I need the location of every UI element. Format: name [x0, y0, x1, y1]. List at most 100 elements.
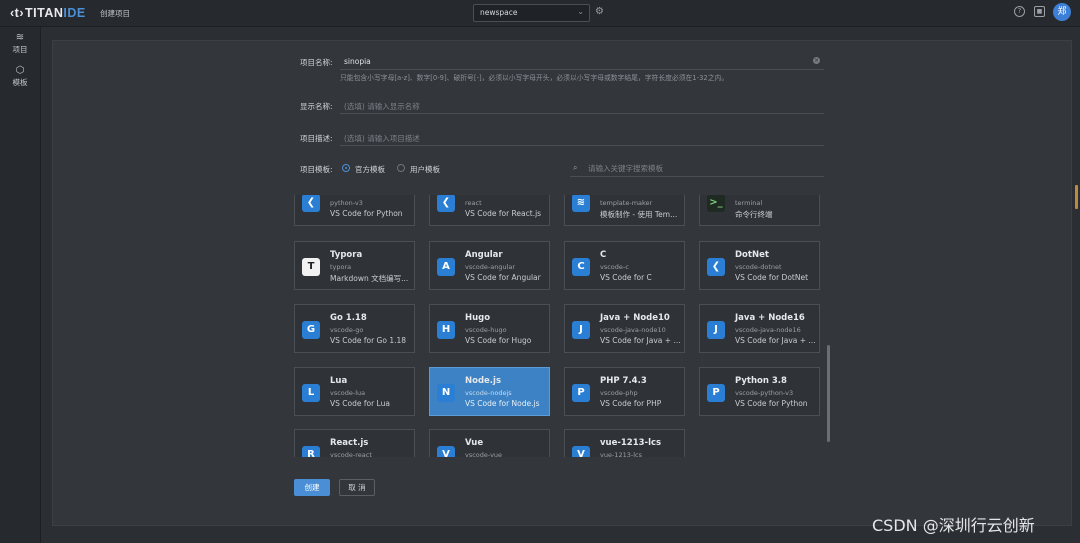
display-name-label: 显示名称:: [300, 102, 333, 111]
template-grid: ❮ python-v3 VS Code for Python ❮ react VS Cod…: [292, 195, 832, 457]
grid-scrollbar[interactable]: [827, 345, 830, 442]
official-template-label[interactable]: 官方模板: [355, 164, 385, 175]
display-name-placeholder: (选填) 请输入显示名称: [344, 102, 420, 111]
template-icon: L: [302, 384, 320, 402]
template-icon: V: [437, 446, 455, 457]
clear-icon[interactable]: ×: [813, 57, 820, 64]
template-id: template-maker: [600, 199, 653, 207]
template-id: vscode-php: [600, 389, 638, 397]
template-icon: G: [302, 321, 320, 339]
watermark: CSDN @深圳行云创新: [872, 516, 1035, 535]
template-id: vue-1213-lcs: [600, 451, 642, 457]
template-title: Java + Node16: [735, 313, 805, 323]
template-icon: ❮: [437, 195, 455, 212]
template-title: Node.js: [465, 376, 502, 386]
template-card[interactable]: P PHP 7.4.3 vscode-php VS Code for PHP: [564, 367, 685, 416]
user-template-label[interactable]: 用户模板: [410, 164, 440, 175]
template-card[interactable]: N Node.js vscode-nodejs VS Code for Node.js: [429, 367, 550, 416]
template-card[interactable]: ❮ python-v3 VS Code for Python: [294, 195, 415, 226]
template-card[interactable]: Vvue-1213-lcs vue-1213-lcs: [564, 429, 685, 457]
project-name-value: sinopia: [344, 57, 371, 66]
template-card[interactable]: J Java + Node16 vscode-java-node16 VS Code …: [699, 304, 820, 353]
template-description: 模板制作 - 使用 Tem...: [600, 210, 678, 219]
project-name-input[interactable]: sinopia ×: [340, 55, 824, 70]
template-icon: >_: [707, 195, 725, 212]
description-label: 项目描述:: [300, 134, 333, 143]
template-id: vscode-java-node10: [600, 326, 666, 334]
sidebar-item-label: 模板: [12, 78, 28, 87]
template-card[interactable]: R React.js vscode-react: [294, 429, 415, 457]
template-icon: P: [707, 384, 725, 402]
page-title: 创建项目: [100, 9, 130, 18]
template-card[interactable]: J Java + Node10 vscode-java-node10 VS Code …: [564, 304, 685, 353]
template-card[interactable]: C Cvscode-c VS Code for C: [564, 241, 685, 290]
template-title: Vue: [465, 438, 484, 448]
template-id: vscode-nodejs: [465, 389, 512, 397]
template-id: vscode-python-v3: [735, 389, 794, 397]
template-card[interactable]: ≋ template-maker 模板制作 - 使用 Tem...: [564, 195, 685, 226]
description-input[interactable]: (选填) 请输入项目描述: [340, 131, 824, 146]
template-id: python-v3: [330, 199, 363, 207]
workspace-select[interactable]: newspace ⌄: [473, 4, 590, 22]
description-placeholder: (选填) 请输入项目描述: [344, 134, 420, 143]
template-description: VS Code for React.js: [465, 209, 542, 218]
user-template-radio[interactable]: [397, 164, 405, 172]
search-icon: ⌕: [573, 163, 578, 172]
template-id: vscode-vue: [465, 451, 503, 457]
template-title: Python 3.8: [735, 376, 787, 386]
create-button[interactable]: 创建: [294, 479, 330, 496]
template-id: terminal: [735, 199, 763, 207]
template-title: vue-1213-lcs: [600, 438, 662, 448]
workspace-value: newspace: [480, 8, 518, 17]
template-description: VS Code for Java + ...: [600, 336, 681, 345]
logo-text: TITANIDE: [25, 6, 86, 20]
official-template-radio[interactable]: [342, 164, 350, 172]
template-icon: H: [437, 321, 455, 339]
template-search-input[interactable]: ⌕ 请输入关键字搜索模板: [570, 160, 824, 177]
notification-icon[interactable]: ■: [1034, 6, 1045, 17]
template-card[interactable]: H Hugo vscode-hugo VS Code for Hugo: [429, 304, 550, 353]
template-title: Lua: [330, 376, 348, 386]
template-card[interactable]: V Vue vscode-vue: [429, 429, 550, 457]
template-title: Java + Node10: [600, 313, 670, 323]
template-description: VS Code for PHP: [600, 399, 662, 408]
avatar[interactable]: 郑: [1053, 3, 1071, 21]
template-title: Go 1.18: [330, 313, 367, 323]
template-description: VS Code for Java + ...: [735, 336, 816, 345]
template-icon: ≋: [572, 195, 590, 212]
sidebar: ≋ 项目 ⬡ 模板: [0, 27, 41, 543]
display-name-input[interactable]: (选填) 请输入显示名称: [340, 99, 824, 114]
layers-icon: ≋: [15, 32, 25, 43]
cancel-button[interactable]: 取 消: [339, 479, 375, 496]
sidebar-item-label: 项目: [12, 45, 28, 54]
template-description: VS Code for C: [600, 273, 652, 282]
template-description: VS Code for Python: [330, 209, 403, 218]
sidebar-item-projects[interactable]: ≋ 项目: [0, 32, 40, 55]
template-card[interactable]: ❮ react VS Code for React.js: [429, 195, 550, 226]
template-id: vscode-hugo: [465, 326, 507, 334]
page-scrollbar[interactable]: [1075, 185, 1078, 209]
help-icon[interactable]: ?: [1014, 6, 1025, 17]
template-card[interactable]: P Python 3.8 vscode-python-v3 VS Code for P…: [699, 367, 820, 416]
template-description: VS Code for DotNet: [735, 273, 809, 282]
app-logo[interactable]: ‹t›TITANIDE: [10, 6, 86, 20]
template-title: DotNet: [735, 250, 769, 260]
template-description: VS Code for Lua: [330, 399, 390, 408]
template-card[interactable]: G Go 1.18 vscode-go VS Code for Go 1.18: [294, 304, 415, 353]
template-id: vscode-go: [330, 326, 364, 334]
template-id: vscode-dotnet: [735, 263, 782, 271]
top-bar: ‹t›TITANIDE 创建项目 newspace ⌄ ⚙ ? ■ 郑: [0, 0, 1080, 27]
template-title: React.js: [330, 438, 369, 448]
template-icon: T: [302, 258, 320, 276]
template-card[interactable]: >_ terminal 命令行终端: [699, 195, 820, 226]
template-icon: V: [572, 446, 590, 457]
template-id: vscode-c: [600, 263, 629, 271]
template-description: VS Code for Angular: [465, 273, 541, 282]
template-card[interactable]: T Typora typora Markdown 文档编写...: [294, 241, 415, 290]
template-card[interactable]: L Lua vscode-lua VS Code for Lua: [294, 367, 415, 416]
template-card[interactable]: ❮ DotNet vscode-dotnet VS Code for DotNet: [699, 241, 820, 290]
template-card[interactable]: A Angular vscode-angular VS Code for Angula…: [429, 241, 550, 290]
sidebar-item-templates[interactable]: ⬡ 模板: [0, 65, 40, 88]
template-description: 命令行终端: [735, 210, 773, 219]
gear-icon[interactable]: ⚙: [595, 6, 604, 17]
